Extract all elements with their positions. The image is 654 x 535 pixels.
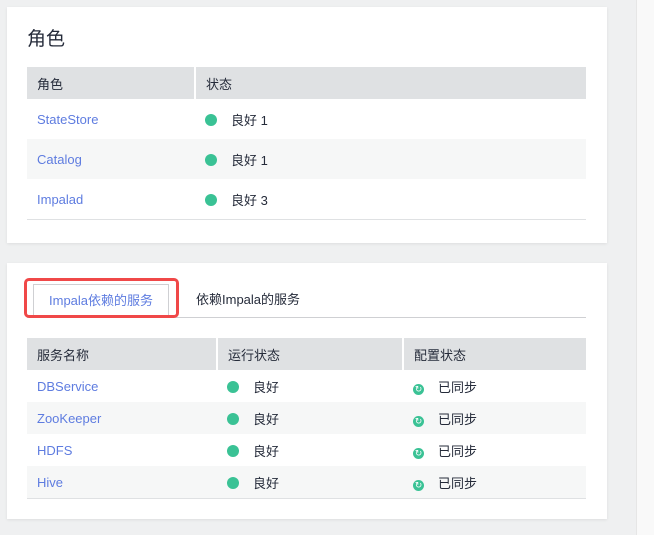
config-status: 已同步 <box>438 475 478 491</box>
table-row: Catalog 良好 1 <box>27 139 586 179</box>
status-good-icon <box>227 380 239 393</box>
services-table: 服务名称 运行状态 配置状态 DBService 良好 ↻ 已同步 ZooKeeper… <box>27 338 586 499</box>
config-status: 已同步 <box>438 443 478 459</box>
header-status: 状态 <box>195 67 586 99</box>
sync-icon: ↻ <box>413 415 424 427</box>
table-row: DBService 良好 ↻ 已同步 <box>27 370 586 402</box>
roles-title: 角色 <box>27 29 66 50</box>
sync-icon: ↻ <box>413 383 424 395</box>
status-good-icon <box>205 193 217 206</box>
header-config-status: 配置状态 <box>403 338 586 370</box>
scrollbar-track[interactable] <box>636 0 654 535</box>
role-status: 良好 3 <box>231 192 268 208</box>
header-role: 角色 <box>27 67 196 99</box>
role-status: 良好 1 <box>231 112 268 128</box>
services-card: Impala依赖的服务 依赖Impala的服务 服务名称 运行状态 配置状态 D… <box>7 263 607 519</box>
run-status: 良好 <box>253 379 280 395</box>
status-good-icon <box>205 113 217 126</box>
status-good-icon <box>205 153 217 166</box>
table-row: Impalad 良好 3 <box>27 179 586 220</box>
roles-table: 角色 状态 StateStore 良好 1 Catalog 良好 1 Impalad… <box>27 67 586 220</box>
run-status: 良好 <box>253 411 280 427</box>
highlight-box <box>24 278 179 318</box>
sync-icon: ↻ <box>413 479 424 491</box>
config-status: 已同步 <box>438 411 478 427</box>
sync-icon: ↻ <box>413 447 424 459</box>
status-good-icon <box>227 412 239 425</box>
table-row: StateStore 良好 1 <box>27 99 586 139</box>
role-link[interactable]: StateStore <box>37 112 98 127</box>
table-row: HDFS 良好 ↻ 已同步 <box>27 434 586 466</box>
config-status: 已同步 <box>438 379 478 395</box>
table-row: ZooKeeper 良好 ↻ 已同步 <box>27 402 586 434</box>
service-link[interactable]: ZooKeeper <box>37 411 101 426</box>
roles-card: 角色 角色 状态 StateStore 良好 1 Catalog 良好 1 Impa… <box>7 7 607 243</box>
role-link[interactable]: Impalad <box>37 192 83 207</box>
status-good-icon <box>227 476 239 489</box>
table-row: Hive 良好 ↻ 已同步 <box>27 466 586 499</box>
status-good-icon <box>227 444 239 457</box>
tab-depends-on-impala[interactable]: 依赖Impala的服务 <box>182 284 315 316</box>
service-link[interactable]: Hive <box>37 475 63 490</box>
service-link[interactable]: DBService <box>37 379 98 394</box>
service-link[interactable]: HDFS <box>37 443 72 458</box>
role-link[interactable]: Catalog <box>37 152 82 167</box>
run-status: 良好 <box>253 443 280 459</box>
header-service-name: 服务名称 <box>27 338 218 370</box>
role-status: 良好 1 <box>231 152 268 168</box>
run-status: 良好 <box>253 475 280 491</box>
header-run-status: 运行状态 <box>217 338 404 370</box>
